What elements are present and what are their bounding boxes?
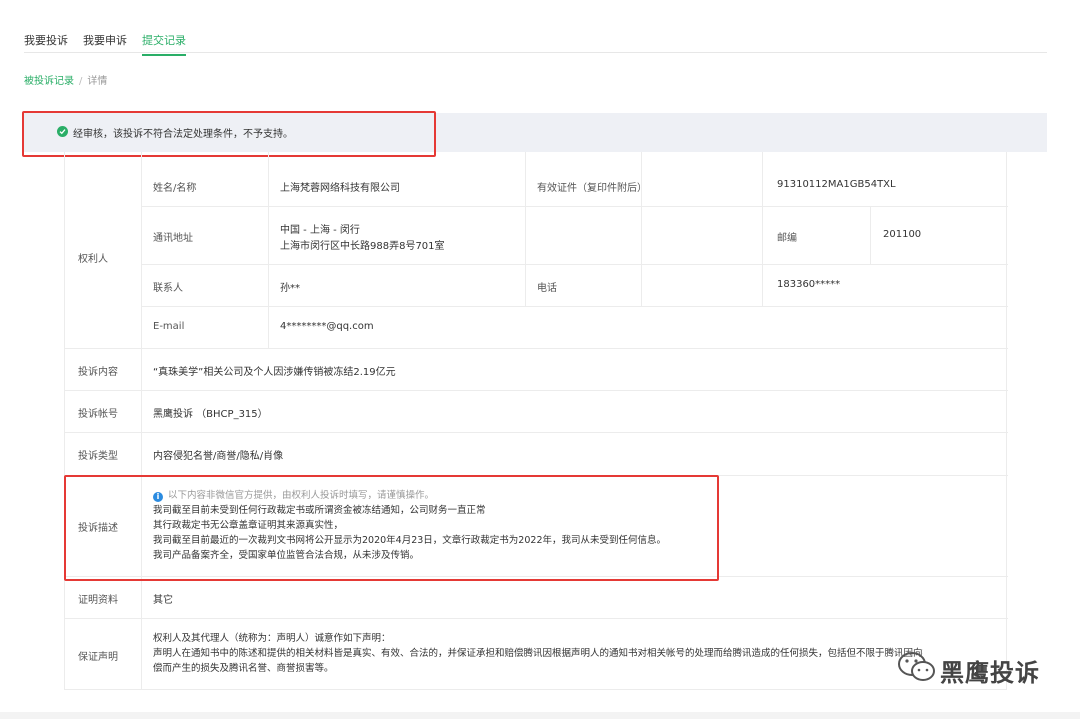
watermark: 黑鹰投诉 — [897, 650, 1039, 690]
phone-label: 电话 — [537, 283, 557, 294]
breadcrumb-parent-link[interactable]: 被投诉记录 — [24, 76, 74, 87]
status-notice: 经审核，该投诉不符合法定处理条件，不予支持。 — [24, 113, 1047, 152]
postcode-value: 201100 — [883, 229, 922, 240]
contact-value: 孙** — [280, 283, 300, 294]
desc-line-2: 其行政裁定书无公章盖章证明其来源真实性， — [153, 520, 344, 531]
evidence-label: 证明资料 — [78, 595, 118, 606]
guarantee-line-1: 权利人及其代理人（统称为：声明人）诚意作如下声明： — [153, 633, 391, 644]
breadcrumb: 被投诉记录 / 详情 — [24, 72, 107, 87]
guarantee-label: 保证声明 — [78, 652, 118, 663]
breadcrumb-separator: / — [79, 76, 83, 87]
complaint-content-label: 投诉内容 — [78, 367, 118, 378]
tab-submission-records[interactable]: 提交记录 — [142, 32, 186, 56]
check-circle-icon — [57, 126, 68, 137]
address-line-2: 上海市闵行区中长路988弄8号701室 — [280, 241, 445, 252]
license-value: 91310112MA1GB54TXL — [777, 179, 896, 190]
complaint-type-value: 内容侵犯名誉/商誉/隐私/肖像 — [153, 451, 284, 462]
rights-holder-label: 权利人 — [78, 254, 108, 265]
complaint-type-label: 投诉类型 — [78, 451, 118, 462]
breadcrumb-current: 详情 — [87, 76, 108, 87]
address-line-1: 中国 - 上海 - 闵行 — [280, 225, 360, 236]
email-label: E-mail — [153, 321, 185, 332]
phone-value: 183360***** — [777, 279, 841, 290]
name-label: 姓名/名称 — [153, 183, 197, 194]
postcode-label: 邮编 — [777, 233, 797, 244]
desc-disclaimer-text: 以下内容非微信官方提供，由权利人投诉时填写，请谨慎操作。 — [168, 490, 435, 501]
wechat-logo-icon — [898, 652, 935, 681]
evidence-value[interactable]: 其它 — [153, 591, 173, 606]
complaint-detail-table: 权利人 姓名/名称 上海梵蓉网络科技有限公司 有效证件（复印件附后） 91310… — [64, 152, 1008, 690]
tab-file-complaint[interactable]: 我要投诉 — [24, 32, 68, 48]
complaint-content-value: “真珠美学”相关公司及个人因涉嫌传销被冻结2.19亿元 — [153, 367, 396, 378]
info-icon: i — [153, 492, 163, 502]
complaint-account-label: 投诉帐号 — [78, 409, 118, 420]
email-value: 4********@qq.com — [280, 321, 374, 332]
contact-label: 联系人 — [153, 283, 183, 294]
license-label: 有效证件（复印件附后） — [537, 183, 647, 194]
status-notice-text: 经审核，该投诉不符合法定处理条件，不予支持。 — [73, 129, 293, 140]
desc-line-3: 我司截至目前最近的一次裁判文书网将公开显示为2020年4月23日，文章行政裁定书… — [153, 535, 666, 546]
desc-disclaimer: i 以下内容非微信官方提供，由权利人投诉时填写，请谨慎操作。 — [153, 489, 434, 504]
guarantee-line-2: 声明人在通知书中的陈述和提供的相关材料皆是真实、有效、合法的，并保证承担和赔偿腾… — [153, 648, 923, 659]
complaint-account-value: 黑鹰投诉 （BHCP_315） — [153, 409, 268, 420]
guarantee-line-3: 偿而产生的损失及腾讯名誉、商誉损害等。 — [153, 663, 334, 674]
address-label: 通讯地址 — [153, 233, 193, 244]
desc-line-1: 我司截至目前未受到任何行政裁定书或所谓资金被冻结通知，公司财务一直正常 — [153, 505, 486, 516]
tab-file-appeal[interactable]: 我要申诉 — [83, 32, 127, 48]
tab-bar: 我要投诉 我要申诉 提交记录 — [24, 28, 1047, 56]
complaint-desc-label: 投诉描述 — [78, 523, 118, 534]
watermark-text: 黑鹰投诉 — [940, 659, 1040, 687]
desc-line-4: 我司产品备案齐全，受国家单位监管合法合规，从未涉及传销。 — [153, 550, 420, 561]
name-value: 上海梵蓉网络科技有限公司 — [280, 183, 400, 194]
page-bottom-border — [0, 712, 1080, 719]
